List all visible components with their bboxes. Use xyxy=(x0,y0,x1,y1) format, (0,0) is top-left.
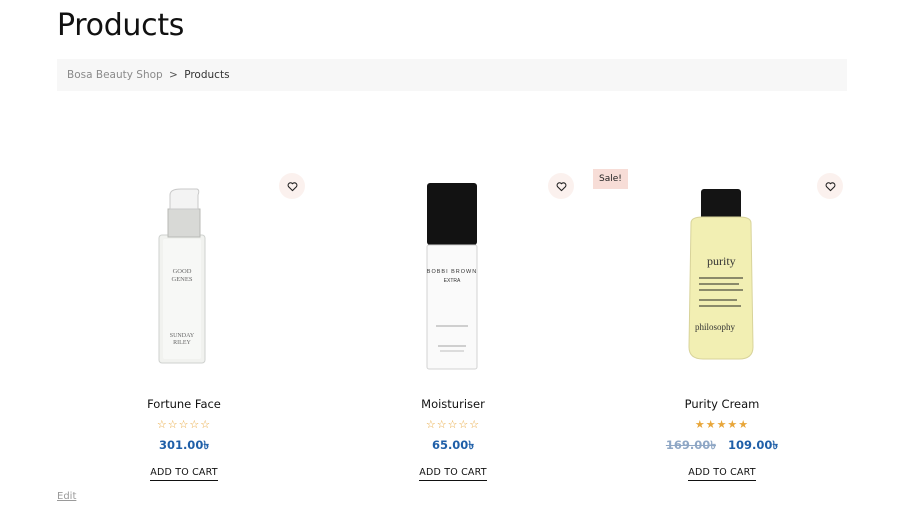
add-to-cart-row: ADD TO CART xyxy=(326,460,580,481)
wishlist-button[interactable] xyxy=(548,173,574,199)
price-amount: 301.00৳ xyxy=(158,438,210,452)
add-to-cart-row: ADD TO CART xyxy=(595,460,849,481)
product-card-fortune-face: GOOD GENES SUNDAY RILEY Fortune Face ☆☆☆… xyxy=(57,165,311,485)
product-image-moisturiser[interactable]: BOBBI BROWN EXTRA xyxy=(326,165,580,375)
product-card-purity-cream: purity philosophy Sale! Purity Cream ★★★… xyxy=(593,165,849,485)
breadcrumb-current: Products xyxy=(184,69,230,81)
bottle-label-text: BOBBI BROWN xyxy=(427,269,477,275)
heart-icon xyxy=(556,181,566,191)
bottle-label-text: GENES xyxy=(172,276,193,283)
cleanser-bottle-image: purity philosophy xyxy=(688,189,754,360)
serum-bottle-image: GOOD GENES SUNDAY RILEY xyxy=(158,188,206,364)
bottle-label-text: EXTRA xyxy=(444,278,461,284)
product-card-moisturiser: BOBBI BROWN EXTRA Moisturiser ☆☆☆☆☆ 65.0… xyxy=(326,165,580,485)
add-to-cart-button[interactable]: ADD TO CART xyxy=(419,467,487,481)
bottle-label-text: SUNDAY xyxy=(170,333,195,339)
product-image-fortune-face[interactable]: GOOD GENES SUNDAY RILEY xyxy=(57,165,311,375)
price-amount: 65.00৳ xyxy=(431,438,475,452)
star-rating: ☆☆☆☆☆ xyxy=(425,418,481,431)
bottle-label-text: purity xyxy=(707,254,736,268)
page-title: Products xyxy=(57,8,185,43)
bottle-label-text: RILEY xyxy=(173,340,191,346)
wishlist-button[interactable] xyxy=(817,173,843,199)
edit-link[interactable]: Edit xyxy=(57,491,76,502)
product-image-purity-cream[interactable]: purity philosophy Sale! xyxy=(593,165,849,375)
wishlist-button[interactable] xyxy=(279,173,305,199)
breadcrumb-separator: > xyxy=(169,69,178,81)
add-to-cart-row: ADD TO CART xyxy=(57,460,311,481)
add-to-cart-button[interactable]: ADD TO CART xyxy=(688,467,756,481)
heart-icon xyxy=(287,181,297,191)
product-title[interactable]: Moisturiser xyxy=(326,397,580,411)
product-title[interactable]: Purity Cream xyxy=(595,397,849,411)
bottle-label-text: GOOD xyxy=(173,268,192,275)
moisturiser-bottle-image: BOBBI BROWN EXTRA xyxy=(426,183,478,370)
add-to-cart-button[interactable]: ADD TO CART xyxy=(150,467,218,481)
star-rating: ☆☆☆☆☆ xyxy=(156,418,212,431)
heart-icon xyxy=(825,181,835,191)
sale-badge: Sale! xyxy=(593,169,628,189)
star-rating: ★★★★★ xyxy=(694,418,750,431)
price: 301.00৳ xyxy=(57,437,311,456)
price: 65.00৳ xyxy=(326,437,580,456)
price: 169.00৳ 109.00৳ xyxy=(595,437,849,456)
bottle-label-text: philosophy xyxy=(695,322,736,332)
breadcrumb: Bosa Beauty Shop > Products xyxy=(57,59,847,91)
breadcrumb-home-link[interactable]: Bosa Beauty Shop xyxy=(67,69,163,81)
original-price: 169.00৳ xyxy=(665,438,716,452)
sale-price: 109.00৳ xyxy=(728,438,779,452)
product-title[interactable]: Fortune Face xyxy=(57,397,311,411)
